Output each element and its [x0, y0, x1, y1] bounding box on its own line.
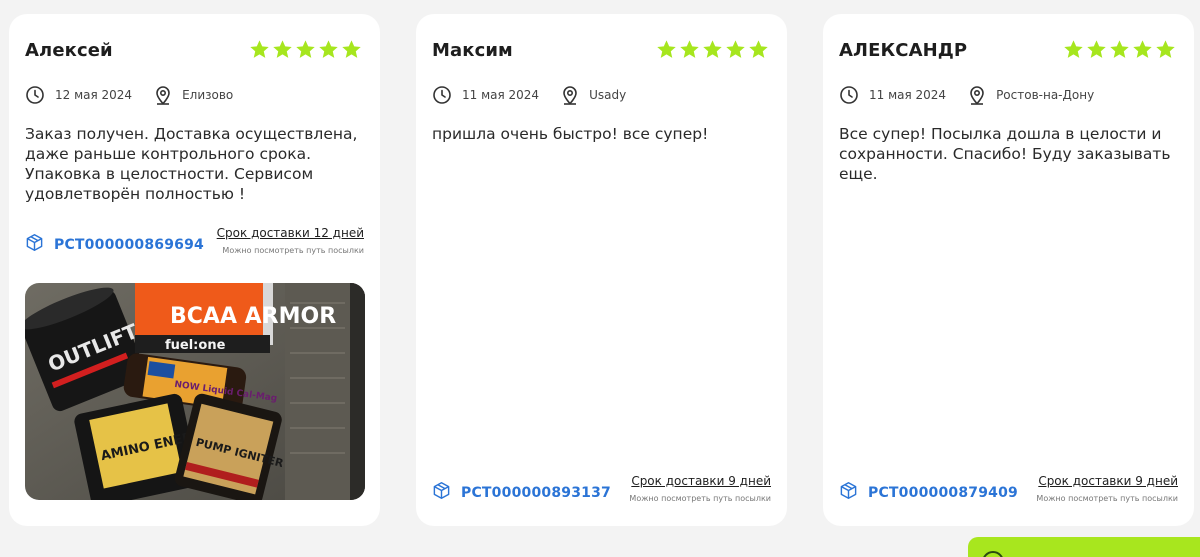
- delivery-info[interactable]: Срок доставки 12 дней Можно посмотреть п…: [217, 226, 364, 255]
- review-author: Алексей: [25, 40, 113, 61]
- delivery-time-link[interactable]: Срок доставки 12 дней: [217, 226, 364, 240]
- chat-icon: [982, 551, 1004, 557]
- clock-icon: [432, 85, 452, 105]
- review-text: пришла очень быстро! все супер!: [432, 125, 709, 143]
- location-pin-icon: [968, 85, 986, 105]
- star-icon: [1063, 39, 1084, 60]
- review-meta: 11 мая 2024 Ростов-на-Дону: [839, 85, 1094, 105]
- delivery-info[interactable]: Срок доставки 9 дней Можно посмотреть пу…: [1036, 474, 1178, 503]
- tracking-number[interactable]: РСТ000000879409: [839, 481, 1018, 504]
- review-card: АЛЕКСАНДР 11 мая 2024 Ростов-на-Дону Все…: [823, 14, 1194, 526]
- delivery-info[interactable]: Срок доставки 9 дней Можно посмотреть пу…: [629, 474, 771, 503]
- photo-label: BCAA ARMOR: [170, 304, 336, 329]
- review-meta: 11 мая 2024 Usady: [432, 85, 626, 105]
- location-pin-icon: [561, 85, 579, 105]
- star-icon: [295, 39, 316, 60]
- package-icon: [432, 481, 451, 504]
- star-icon: [1132, 39, 1153, 60]
- delivery-hint: Можно посмотреть путь посылки: [629, 494, 771, 503]
- review-card: Максим 11 мая 2024 Usady пришла очень бы…: [416, 14, 787, 526]
- review-date: 11 мая 2024: [462, 88, 540, 102]
- star-icon: [341, 39, 362, 60]
- star-icon: [1155, 39, 1176, 60]
- star-icon: [272, 39, 293, 60]
- photo-label: fuel:one: [165, 338, 226, 353]
- rating-stars: [656, 39, 769, 60]
- review-author: АЛЕКСАНДР: [839, 40, 968, 61]
- delivery-hint: Можно посмотреть путь посылки: [1036, 494, 1178, 503]
- package-icon: [839, 481, 858, 504]
- star-icon: [1109, 39, 1130, 60]
- review-text: Все супер! Посылка дошла в целости и сох…: [839, 125, 1171, 183]
- delivery-time-link[interactable]: Срок доставки 9 дней: [1036, 474, 1178, 488]
- review-author: Максим: [432, 40, 513, 61]
- chat-widget-button[interactable]: [968, 537, 1200, 557]
- package-icon: [25, 233, 44, 256]
- review-card: Алексей 12 мая 2024 Елизово Заказ получе…: [9, 14, 380, 526]
- rating-stars: [249, 39, 362, 60]
- clock-icon: [25, 85, 45, 105]
- star-icon: [725, 39, 746, 60]
- star-icon: [748, 39, 769, 60]
- tracking-number[interactable]: РСТ000000869694: [25, 233, 204, 256]
- review-date: 12 мая 2024: [55, 88, 133, 102]
- delivery-time-link[interactable]: Срок доставки 9 дней: [629, 474, 771, 488]
- clock-icon: [839, 85, 859, 105]
- review-city: Ростов-на-Дону: [996, 88, 1095, 102]
- star-icon: [679, 39, 700, 60]
- tracking-code[interactable]: РСТ000000893137: [461, 485, 611, 501]
- star-icon: [656, 39, 677, 60]
- tracking-code[interactable]: РСТ000000869694: [54, 237, 204, 253]
- star-icon: [702, 39, 723, 60]
- rating-stars: [1063, 39, 1176, 60]
- review-photo[interactable]: OUTLIFT BCAA ARMOR fuel:one NOW Liquid C…: [25, 283, 365, 500]
- review-city: Елизово: [182, 88, 234, 102]
- reviews-section: Алексей 12 мая 2024 Елизово Заказ получе…: [0, 0, 1200, 557]
- review-date: 11 мая 2024: [869, 88, 947, 102]
- location-pin-icon: [154, 85, 172, 105]
- tracking-code[interactable]: РСТ000000879409: [868, 485, 1018, 501]
- review-text: Заказ получен. Доставка осуществлена, да…: [25, 125, 358, 203]
- review-meta: 12 мая 2024 Елизово: [25, 85, 233, 105]
- star-icon: [249, 39, 270, 60]
- delivery-hint: Можно посмотреть путь посылки: [222, 246, 364, 255]
- tracking-number[interactable]: РСТ000000893137: [432, 481, 611, 504]
- star-icon: [1086, 39, 1107, 60]
- review-city: Usady: [589, 88, 627, 102]
- star-icon: [318, 39, 339, 60]
